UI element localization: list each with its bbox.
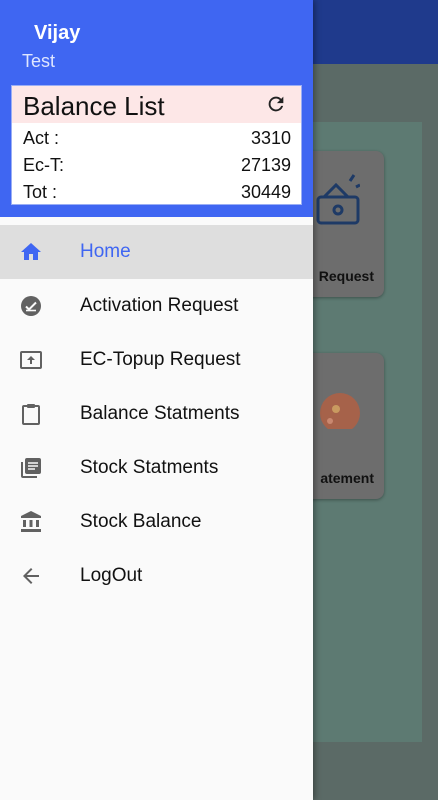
- balance-row-ect: Ec-T: 27139: [23, 155, 291, 177]
- balance-card-header: Balance List: [12, 86, 301, 123]
- menu-item-activation-request[interactable]: Activation Request: [0, 279, 313, 333]
- menu-item-logout[interactable]: LogOut: [0, 549, 313, 603]
- drawer-header: Vijay Test Balance List Act : 3310 Ec-T:…: [0, 0, 313, 217]
- user-name: Vijay: [34, 22, 81, 44]
- coins-icon: [320, 393, 360, 429]
- clipboard-icon: [22, 404, 40, 425]
- balance-title: Balance List: [23, 91, 165, 121]
- upload-box-icon: [20, 351, 42, 369]
- menu-item-label: LogOut: [80, 565, 143, 586]
- balance-row-act: Act : 3310: [23, 128, 291, 150]
- balance-card: Balance List Act : 3310 Ec-T: 27139 Tot …: [11, 85, 302, 205]
- menu-item-label: Activation Request: [80, 295, 239, 316]
- bank-icon: [21, 511, 41, 532]
- refresh-icon[interactable]: [265, 93, 287, 115]
- menu-item-ec-topup-request[interactable]: EC-Topup Request: [0, 333, 313, 387]
- balance-value: 27139: [240, 155, 291, 175]
- menu-item-balance-statments[interactable]: Balance Statments: [0, 387, 313, 441]
- menu-item-label: Balance Statments: [80, 403, 240, 424]
- arrow-back-icon: [23, 568, 39, 584]
- balance-label: Ec-T:: [23, 155, 65, 175]
- balance-value: 30449: [240, 182, 291, 202]
- user-subtitle: Test: [22, 51, 56, 71]
- check-circle-icon: [21, 296, 41, 316]
- library-books-icon: [21, 458, 41, 478]
- balance-row-tot: Tot : 30449: [23, 182, 291, 204]
- balance-label: Act :: [23, 128, 60, 148]
- menu-item-label: Stock Statments: [80, 457, 219, 478]
- navigation-drawer: Vijay Test Balance List Act : 3310 Ec-T:…: [0, 0, 313, 800]
- menu-item-label: Stock Balance: [80, 511, 202, 532]
- menu-item-home[interactable]: Home: [0, 225, 313, 279]
- balance-value: 3310: [250, 128, 291, 148]
- home-icon: [21, 243, 41, 260]
- menu-item-stock-balance[interactable]: Stock Balance: [0, 495, 313, 549]
- menu-item-stock-statments[interactable]: Stock Statments: [0, 441, 313, 495]
- menu-item-label: Home: [80, 241, 131, 262]
- balance-label: Tot :: [23, 182, 58, 202]
- wallet-icon: [316, 174, 360, 225]
- drawer-menu: Home Activation Request EC-Topup Request…: [0, 225, 313, 603]
- menu-item-label: EC-Topup Request: [80, 349, 241, 370]
